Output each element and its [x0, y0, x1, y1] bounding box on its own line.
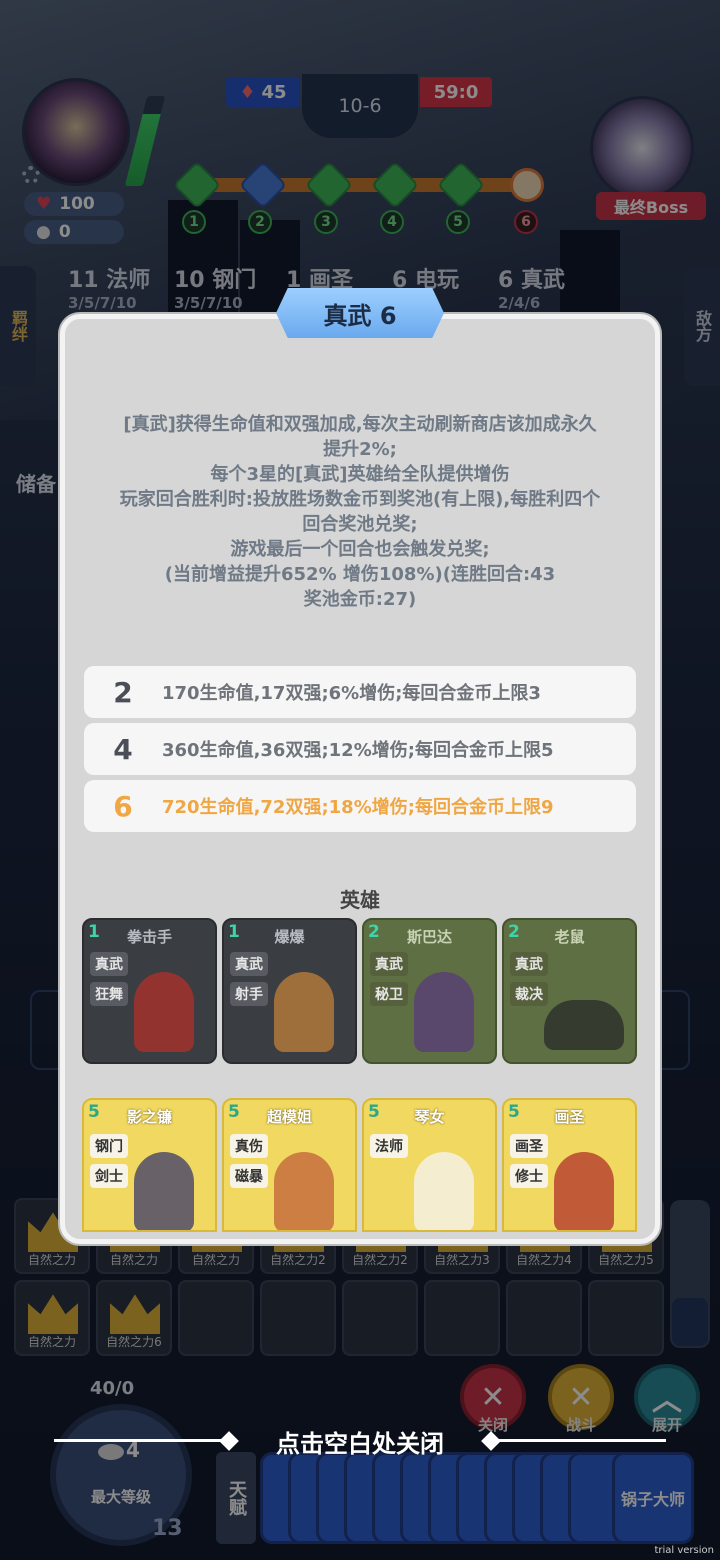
- hero-tag: 狂舞: [90, 982, 128, 1006]
- hero-name: 老鼠: [554, 928, 585, 946]
- hero-name: 琴女: [414, 1108, 445, 1126]
- hero-name: 斯巴达: [406, 928, 452, 946]
- hero-card[interactable]: 5 画圣 画圣 修士: [502, 1098, 637, 1232]
- hero-name: 超模姐: [266, 1108, 312, 1126]
- tier-bonus: 720生命值,72双强;18%增伤;每回合金币上限9: [162, 797, 554, 818]
- hero-card[interactable]: 1 拳击手 真武 狂舞: [82, 918, 217, 1064]
- hero-tag: 磁暴: [230, 1164, 268, 1188]
- hero-name: 爆爆: [274, 928, 305, 946]
- hero-tag: 裁决: [510, 982, 548, 1006]
- watermark: trial version: [654, 1545, 714, 1556]
- trait-description: [真武]获得生命值和双强加成,每次主动刷新商店该加成永久 提升2%; 每个3星的…: [119, 414, 601, 610]
- hero-sprite: [134, 972, 194, 1052]
- hero-card[interactable]: 5 超模姐 真伤 磁暴: [222, 1098, 357, 1232]
- tier-bonus: 360生命值,36双强;12%增伤;每回合金币上限5: [162, 740, 554, 761]
- heroes-heading: 英雄: [340, 888, 380, 912]
- hero-tag: 修士: [510, 1164, 548, 1188]
- hero-card[interactable]: 5 影之镰 钢门 剑士: [82, 1098, 217, 1232]
- hero-tag: 秘卫: [370, 982, 408, 1006]
- hero-name: 画圣: [554, 1108, 585, 1126]
- modal-title: 真武 6: [276, 288, 444, 338]
- tier-row: 4 360生命值,36双强;12%增伤;每回合金币上限5: [84, 723, 636, 775]
- hero-card[interactable]: 2 老鼠 真武 裁决: [502, 918, 637, 1064]
- hero-name: 拳击手: [126, 928, 172, 946]
- tier-count: 4: [113, 732, 133, 766]
- tier-count: 6: [113, 789, 133, 823]
- tier-count: 2: [113, 675, 133, 709]
- hero-card[interactable]: 2 斯巴达 真武 秘卫: [362, 918, 497, 1064]
- hero-tag: 真武: [510, 952, 548, 976]
- hero-tag: 真武: [230, 952, 268, 976]
- hero-sprite: [554, 1152, 614, 1230]
- hero-sprite: [274, 972, 334, 1052]
- hero-tag: 剑士: [90, 1164, 128, 1188]
- hero-name: 影之镰: [126, 1108, 172, 1126]
- hero-tag: 法师: [370, 1134, 408, 1158]
- hero-tag: 钢门: [90, 1134, 128, 1158]
- hero-sprite: [414, 1152, 474, 1230]
- hero-tag: 真伤: [230, 1134, 268, 1158]
- hero-sprite: [544, 1000, 624, 1050]
- hero-tag: 射手: [230, 982, 268, 1006]
- hero-sprite: [134, 1152, 194, 1230]
- tier-row-active: 6 720生命值,72双强;18%增伤;每回合金币上限9: [84, 780, 636, 832]
- tier-bonus: 170生命值,17双强;6%增伤;每回合金币上限3: [162, 683, 541, 704]
- tier-row: 2 170生命值,17双强;6%增伤;每回合金币上限3: [84, 666, 636, 718]
- hero-sprite: [274, 1152, 334, 1230]
- hero-card[interactable]: 1 爆爆 真武 射手: [222, 918, 357, 1064]
- hero-tag: 真武: [90, 952, 128, 976]
- hero-card[interactable]: 5 琴女 法师: [362, 1098, 497, 1232]
- hero-tag: 真武: [370, 952, 408, 976]
- hint-line-right: [496, 1439, 666, 1442]
- hero-tag: 画圣: [510, 1134, 548, 1158]
- hero-sprite: [414, 972, 474, 1052]
